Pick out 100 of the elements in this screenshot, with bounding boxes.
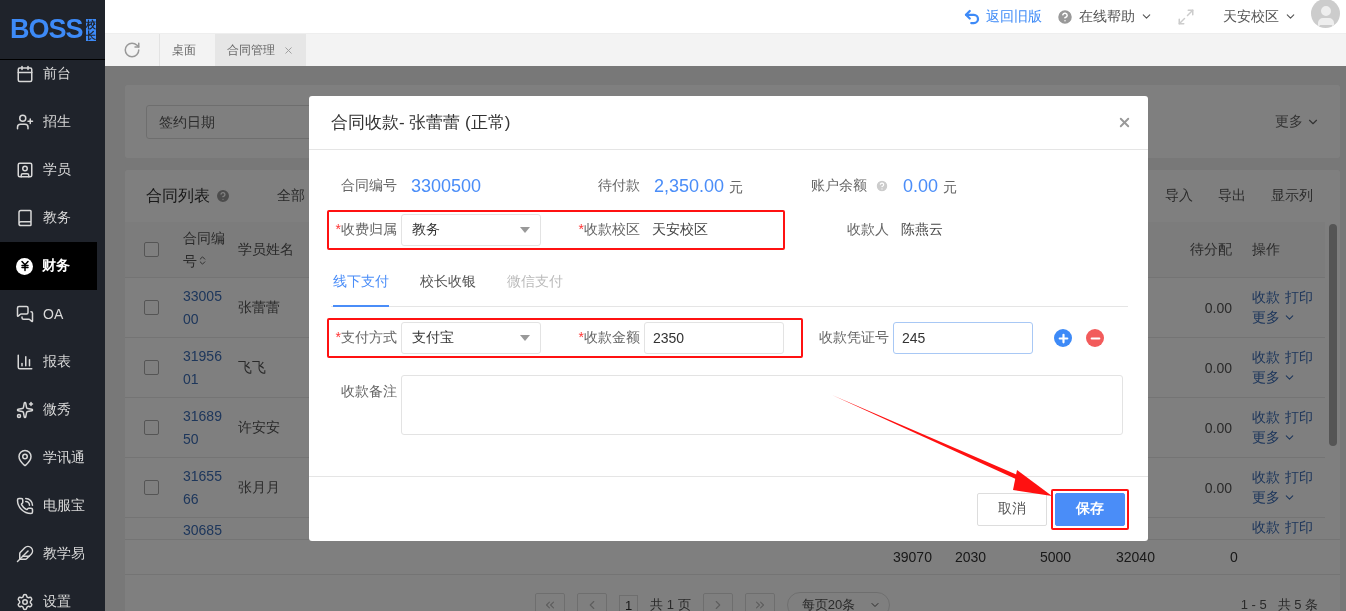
sidebar-item[interactable]: 招生 [0, 98, 97, 146]
field-label: 收款备注 [341, 382, 397, 401]
field-label: 收款校区 [584, 221, 640, 239]
amount-field[interactable]: 2350 [644, 322, 784, 354]
sidebar-item[interactable]: 设置 [0, 578, 97, 611]
row-action-link[interactable]: 打印 [1285, 468, 1313, 487]
prev-page-button[interactable] [577, 593, 607, 611]
checkbox[interactable] [144, 420, 159, 435]
total-cell-text: 39070 [893, 549, 933, 565]
contract-link[interactable]: 3300500 [170, 284, 233, 331]
payment-tab[interactable]: 线下支付 [333, 261, 389, 307]
field-label: 账户余额 [811, 177, 867, 195]
sidebar-item[interactable]: 电服宝 [0, 482, 97, 530]
more-link[interactable]: 更多 [1252, 428, 1325, 447]
sidebar-item[interactable]: 前台 [0, 60, 97, 98]
amount-value: 0.00 [903, 175, 939, 197]
toolbar-link[interactable]: 导入 [1165, 187, 1193, 205]
checkbox[interactable] [144, 242, 159, 257]
filter-tab[interactable]: 全部 [277, 187, 305, 205]
page-field[interactable]: 1 [619, 594, 639, 611]
sidebar-item[interactable]: 报表 [0, 338, 97, 386]
amount-value: 3300500 [411, 175, 482, 197]
sort-icon[interactable] [197, 254, 208, 266]
more-link[interactable]: 更多 [1252, 488, 1325, 507]
row-action-link[interactable]: 打印 [1285, 288, 1313, 307]
close-button[interactable] [1117, 115, 1132, 130]
more-link[interactable]: 更多 [1252, 368, 1325, 387]
column-header: 操作 [1252, 240, 1281, 259]
row-action-link[interactable]: 收款 [1252, 288, 1280, 307]
sidebar-item[interactable]: 财务 [0, 242, 97, 290]
remove-button[interactable] [1086, 329, 1104, 347]
table-cell-text: 飞飞 [237, 358, 267, 377]
row-action-link[interactable]: 收款 [1252, 348, 1280, 367]
help-menu[interactable]: 在线帮助 [1056, 7, 1153, 26]
add-button[interactable] [1054, 329, 1072, 347]
row-action-link[interactable]: 收款 [1252, 519, 1280, 537]
column-header: 学员姓名 [237, 240, 295, 259]
field-label: 合同编号 [341, 177, 397, 195]
column-header: 待分配 [1189, 240, 1233, 259]
sidebar-item[interactable]: 教务 [0, 194, 97, 242]
row-action-link[interactable]: 打印 [1285, 519, 1313, 537]
page-count: 共 1 页 [650, 596, 691, 611]
row-action-link[interactable]: 收款 [1252, 408, 1280, 427]
user-plus-icon [16, 113, 34, 131]
contract-link[interactable]: 3195601 [170, 344, 233, 391]
sidebar-item[interactable]: 教学易 [0, 530, 97, 578]
checkbox[interactable] [144, 480, 159, 495]
checkbox[interactable] [144, 300, 159, 315]
department-select[interactable]: 教务 [401, 214, 541, 246]
first-page-button[interactable] [535, 593, 565, 611]
campus-menu[interactable]: 天安校区 [1223, 7, 1297, 26]
help-icon[interactable] [215, 188, 231, 204]
field-label: 支付方式 [341, 329, 397, 347]
required-mark: * [578, 221, 584, 237]
table-cell-text: 0.00 [1203, 419, 1233, 436]
contract-link[interactable]: 30685 [170, 519, 233, 539]
page-tab[interactable]: 合同管理 [215, 34, 306, 66]
checkbox[interactable] [144, 360, 159, 375]
field-label: 收款人 [847, 221, 889, 239]
sidebar-item[interactable]: OA [0, 290, 97, 338]
page-tab[interactable]: 桌面 [160, 34, 215, 66]
refresh-icon[interactable] [123, 41, 141, 59]
scrollbar[interactable] [1328, 224, 1337, 446]
close-icon[interactable] [283, 44, 294, 56]
phone-icon [16, 497, 34, 515]
last-page-button[interactable] [744, 593, 775, 611]
logo-text: BOSS [10, 14, 83, 45]
page-size-select[interactable]: 每页20条 [786, 592, 891, 611]
note-field[interactable] [401, 375, 1123, 435]
payment-tab[interactable]: 校长收银 [420, 261, 476, 307]
sidebar-item[interactable]: 学员 [0, 146, 97, 194]
required-mark: * [335, 221, 341, 237]
back-link[interactable]: 返回旧版 [963, 7, 1042, 26]
avatar[interactable] [1311, 0, 1340, 28]
next-page-button[interactable] [702, 593, 733, 611]
row-action-link[interactable]: 打印 [1285, 348, 1313, 367]
contract-link[interactable]: 3168950 [170, 404, 233, 451]
row-action-link[interactable]: 收款 [1252, 468, 1280, 487]
row-action-link[interactable]: 打印 [1285, 408, 1313, 427]
voucher-field[interactable]: 245 [893, 322, 1033, 354]
help-icon[interactable] [875, 179, 889, 193]
contract-link[interactable]: 3165566 [170, 464, 233, 511]
undo-icon [963, 7, 981, 26]
cancel-button[interactable]: 取消 [977, 492, 1047, 526]
fullscreen-icon[interactable] [1177, 7, 1195, 26]
save-button[interactable]: 保存 [1055, 492, 1125, 526]
more-link[interactable]: 更多 [1275, 112, 1320, 131]
caret-icon [520, 227, 530, 233]
sidebar-item[interactable]: 微秀 [0, 386, 97, 434]
payment-method-select[interactable]: 支付宝 [401, 322, 541, 354]
toolbar-link[interactable]: 导出 [1218, 187, 1246, 205]
more-link[interactable]: 更多 [1252, 308, 1325, 327]
list-title: 合同列表 [146, 185, 210, 206]
toolbar-link[interactable]: 显示列 [1271, 187, 1313, 205]
pin-icon [16, 449, 34, 467]
total-cell-text: 2030 [955, 549, 988, 565]
total-cell-text: 32040 [1116, 549, 1156, 565]
column-header[interactable]: 合同编号 [170, 226, 233, 273]
sidebar-item[interactable]: 学讯通 [0, 434, 97, 482]
table-cell-text: 0.00 [1203, 359, 1233, 376]
